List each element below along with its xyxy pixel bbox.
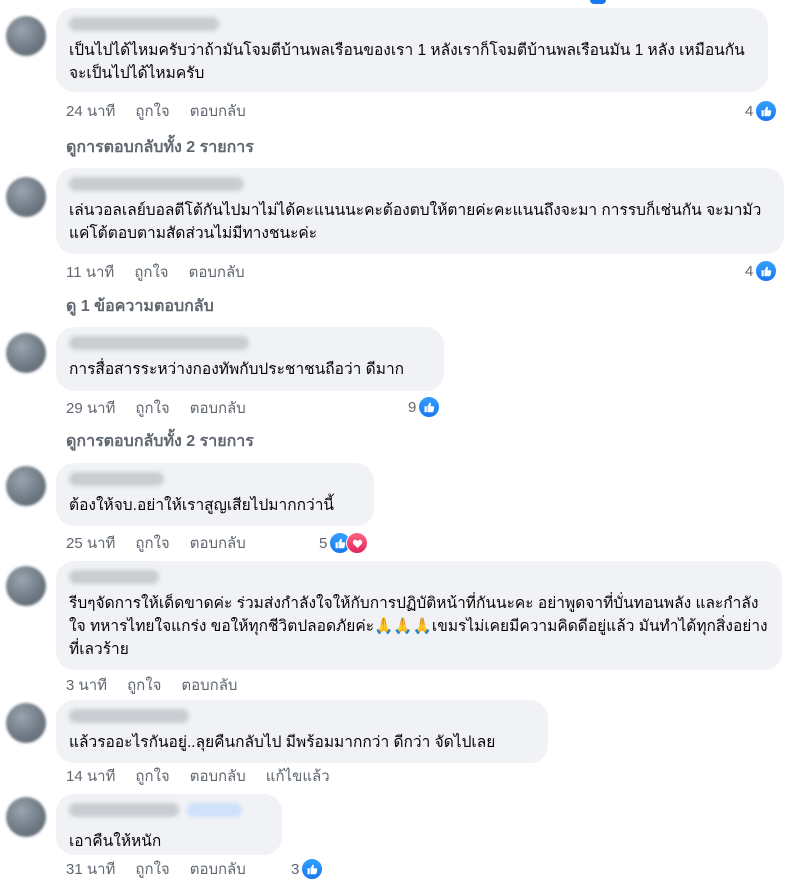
author-name[interactable] [69, 336, 249, 350]
avatar[interactable] [6, 177, 46, 217]
comment-time[interactable]: 14 นาที [66, 764, 115, 788]
like-button[interactable]: ถูกใจ [135, 764, 169, 788]
author-name[interactable] [69, 17, 219, 31]
avatar[interactable] [6, 797, 46, 837]
avatar[interactable] [6, 703, 46, 743]
comment-text: เอาคืนให้หนัก [69, 833, 162, 850]
reply-button[interactable]: ตอบกลับ [190, 99, 246, 123]
reply-button[interactable]: ตอบกลับ [190, 764, 246, 788]
reaction-summary[interactable]: 4 [745, 100, 778, 122]
like-button[interactable]: ถูกใจ [135, 531, 169, 555]
avatar[interactable] [6, 333, 46, 373]
reaction-count: 5 [319, 534, 328, 552]
reaction-count: 4 [745, 262, 754, 280]
author-name[interactable] [69, 803, 179, 817]
comment-time[interactable]: 11 นาที [66, 260, 114, 284]
thumbs-up-icon [301, 858, 324, 880]
heart-icon [346, 532, 369, 554]
reply-button[interactable]: ตอบกลับ [189, 260, 245, 284]
reaction-summary[interactable]: 4 [745, 260, 778, 282]
comment-bubble: เอาคืนให้หนัก [56, 794, 282, 855]
reaction-count: 9 [408, 398, 417, 416]
thumbs-up-icon [755, 100, 778, 122]
comment-bubble: เล่นวอลเลย์บอลตีโต้กันไปมาไม่ได้คะแนนนะค… [56, 168, 784, 254]
comment-text: เล่นวอลเลย์บอลตีโต้กันไปมาไม่ได้คะแนนนะค… [69, 202, 762, 242]
like-button[interactable]: ถูกใจ [134, 260, 168, 284]
comment-bubble: การสื่อสารระหว่างกองทัพกับประชาชนถือว่า … [56, 327, 444, 391]
comment-bubble: รีบๆจัดการให้เด็ดขาดค่ะ ร่วมส่งกำลังใจให… [56, 561, 782, 670]
comment-actions: 14 นาที ถูกใจ ตอบกลับ แก้ไขแล้ว [66, 765, 330, 787]
view-replies-link[interactable]: ดู 1 ข้อความตอบกลับ [66, 294, 214, 319]
comment-time[interactable]: 24 นาที [66, 99, 115, 123]
reply-button[interactable]: ตอบกลับ [181, 673, 237, 697]
comment-text: แล้วรออะไรกันอยู่..ลุยคืนกลับไป มีพร้อมม… [69, 734, 496, 751]
avatar[interactable] [6, 16, 46, 56]
comment-time[interactable]: 25 นาที [66, 531, 115, 555]
like-button[interactable]: ถูกใจ [135, 396, 169, 420]
reply-button[interactable]: ตอบกลับ [190, 396, 246, 420]
comment-text: ต้องให้จบ.อย่าให้เราสูญเสียไปมากกว่านี้ [69, 497, 334, 514]
comment-text: การสื่อสารระหว่างกองทัพกับประชาชนถือว่า … [69, 361, 405, 378]
reaction-summary[interactable]: 9 [408, 396, 441, 418]
reply-button[interactable]: ตอบกลับ [190, 531, 246, 555]
reaction-summary[interactable]: 5 [319, 532, 369, 554]
comment-time[interactable]: 29 นาที [66, 396, 115, 420]
reply-button[interactable]: ตอบกลับ [190, 857, 246, 881]
comment-thread: เป็นไปได้ไหมครับว่าถ้ามันโจมตีบ้านพลเรือ… [0, 0, 800, 887]
like-button[interactable]: ถูกใจ [127, 673, 161, 697]
edited-label: แก้ไขแล้ว [265, 768, 330, 785]
comment-time[interactable]: 3 นาที [66, 673, 107, 697]
comment-actions: 31 นาที ถูกใจ ตอบกลับ [66, 858, 246, 880]
reaction-count: 4 [745, 102, 754, 120]
comment-time[interactable]: 31 นาที [66, 857, 115, 881]
author-name[interactable] [69, 177, 244, 191]
comment-bubble: ต้องให้จบ.อย่าให้เราสูญเสียไปมากกว่านี้ [56, 463, 374, 526]
avatar[interactable] [6, 466, 46, 506]
comment-actions: 11 นาที ถูกใจ ตอบกลับ [66, 261, 245, 283]
avatar[interactable] [6, 566, 46, 606]
author-name[interactable] [69, 472, 164, 486]
view-replies-link[interactable]: ดูการตอบกลับทั้ง 2 รายการ [66, 135, 254, 160]
thumbs-up-icon [418, 396, 441, 418]
comment-text: เป็นไปได้ไหมครับว่าถ้ามันโจมตีบ้านพลเรือ… [69, 42, 745, 82]
like-button[interactable]: ถูกใจ [135, 857, 169, 881]
thumbs-up-icon [755, 260, 778, 282]
comment-actions: 29 นาที ถูกใจ ตอบกลับ [66, 397, 246, 419]
author-name[interactable] [69, 570, 159, 584]
comment-bubble: แล้วรออะไรกันอยู่..ลุยคืนกลับไป มีพร้อมม… [56, 700, 548, 763]
partial-reaction-icon [590, 0, 606, 4]
reaction-summary[interactable]: 3 [291, 858, 324, 880]
view-replies-link[interactable]: ดูการตอบกลับทั้ง 2 รายการ [66, 429, 254, 454]
reaction-count: 3 [291, 860, 300, 878]
comment-bubble: เป็นไปได้ไหมครับว่าถ้ามันโจมตีบ้านพลเรือ… [56, 8, 768, 92]
author-badge [187, 803, 242, 817]
comment-actions: 25 นาที ถูกใจ ตอบกลับ [66, 532, 246, 554]
comment-text: รีบๆจัดการให้เด็ดขาดค่ะ ร่วมส่งกำลังใจให… [69, 595, 768, 658]
comment-actions: 24 นาที ถูกใจ ตอบกลับ [66, 100, 246, 122]
like-button[interactable]: ถูกใจ [135, 99, 169, 123]
comment-actions: 3 นาที ถูกใจ ตอบกลับ [66, 674, 237, 696]
author-name[interactable] [69, 709, 189, 723]
